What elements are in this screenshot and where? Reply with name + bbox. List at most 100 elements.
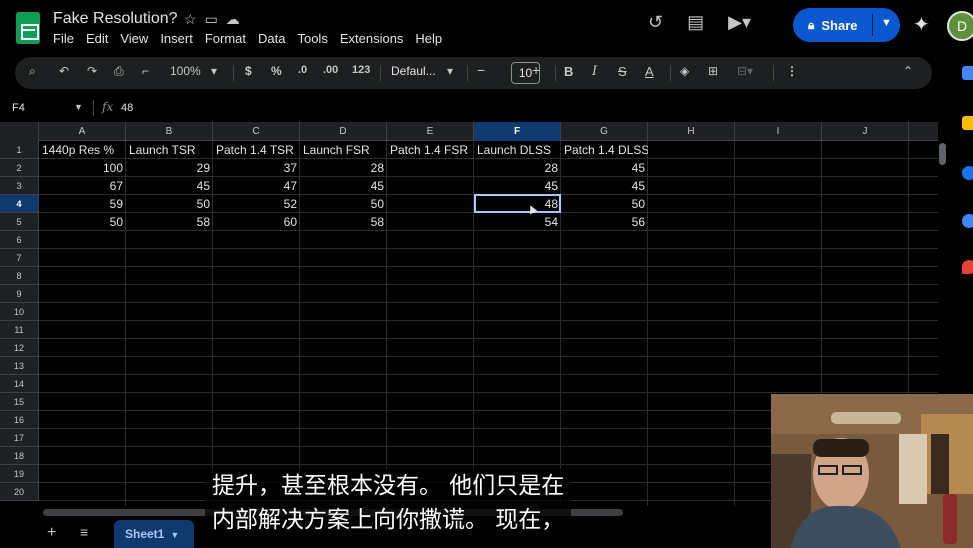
increase-decimal-button[interactable]: .00 [323, 64, 338, 76]
merge-icon[interactable]: ⊟▾ [737, 64, 753, 78]
data-cell[interactable]: 50 [126, 195, 213, 213]
share-options-chevron-icon[interactable]: ▼ [881, 17, 892, 29]
menu-format[interactable]: Format [205, 31, 246, 46]
font-select[interactable]: Defaul... [391, 64, 436, 78]
borders-icon[interactable]: ⊞ [708, 64, 718, 78]
fill-color-icon[interactable]: ◈ [680, 64, 689, 78]
row-header-6[interactable]: 6 [0, 231, 39, 249]
undo-icon[interactable]: ↶ [59, 64, 69, 78]
data-cell[interactable]: 50 [561, 195, 648, 213]
zoom-select[interactable]: 100% [170, 64, 201, 78]
row-header-10[interactable]: 10 [0, 303, 39, 321]
bold-button[interactable]: B [564, 64, 573, 79]
sheet-tab[interactable]: Sheet1 ▼ [114, 520, 194, 548]
row-header-16[interactable]: 16 [0, 411, 39, 429]
column-header-i[interactable]: I [735, 122, 822, 141]
comment-icon[interactable]: ▤ [687, 12, 704, 33]
column-header-a[interactable]: A [39, 122, 126, 141]
star-icon[interactable]: ☆ [184, 11, 197, 28]
print-icon[interactable]: ⎙ [114, 64, 124, 79]
column-header-c[interactable]: C [213, 122, 300, 141]
data-cell[interactable]: 45 [474, 177, 561, 195]
font-size-decrease-icon[interactable]: − [477, 62, 485, 78]
name-box-chevron-icon[interactable]: ▼ [74, 102, 83, 112]
meet-icon[interactable]: ▶▾ [728, 12, 751, 33]
header-cell[interactable]: Launch FSR [300, 141, 387, 159]
all-sheets-icon[interactable]: ≡ [80, 524, 88, 540]
vertical-scrollbar[interactable] [939, 143, 946, 165]
active-cell-selection[interactable] [474, 194, 561, 213]
data-cell[interactable]: 47 [213, 177, 300, 195]
percent-button[interactable]: % [271, 64, 282, 78]
select-all-corner[interactable] [0, 122, 39, 141]
font-chevron-icon[interactable]: ▾ [447, 64, 453, 78]
menu-insert[interactable]: Insert [160, 31, 193, 46]
menu-data[interactable]: Data [258, 31, 285, 46]
avatar[interactable]: D [947, 11, 973, 41]
row-header-13[interactable]: 13 [0, 357, 39, 375]
data-cell[interactable]: 67 [39, 177, 126, 195]
data-cell[interactable]: 60 [213, 213, 300, 231]
data-cell[interactable]: 50 [39, 213, 126, 231]
data-cell[interactable]: 56 [561, 213, 648, 231]
column-header-b[interactable]: B [126, 122, 213, 141]
menu-tools[interactable]: Tools [297, 31, 327, 46]
column-header-j[interactable]: J [822, 122, 909, 141]
tasks-icon[interactable] [962, 166, 973, 180]
data-cell[interactable]: 45 [126, 177, 213, 195]
zoom-chevron-icon[interactable]: ▾ [211, 64, 217, 78]
row-header-9[interactable]: 9 [0, 285, 39, 303]
row-header-20[interactable]: 20 [0, 483, 39, 501]
row-header-14[interactable]: 14 [0, 375, 39, 393]
menu-edit[interactable]: Edit [86, 31, 108, 46]
document-title[interactable]: Fake Resolution? [53, 10, 178, 28]
menu-file[interactable]: File [53, 31, 74, 46]
collapse-icon[interactable]: ⌃ [903, 64, 913, 78]
strikethrough-icon[interactable]: S [618, 64, 627, 79]
share-button[interactable]: 🔒︎ Share ▼ [793, 8, 900, 42]
gemini-spark-icon[interactable]: ✦ [913, 12, 930, 37]
column-header-d[interactable]: D [300, 122, 387, 141]
data-cell[interactable]: 37 [213, 159, 300, 177]
data-cell[interactable]: 29 [126, 159, 213, 177]
data-cell[interactable]: 45 [561, 177, 648, 195]
decrease-decimal-button[interactable]: .0 [298, 64, 307, 76]
row-header-5[interactable]: 5 [0, 213, 39, 231]
header-cell[interactable]: Launch TSR [126, 141, 213, 159]
add-sheet-icon[interactable]: + [47, 524, 56, 542]
header-cell[interactable]: Patch 1.4 TSR [213, 141, 300, 159]
row-header-19[interactable]: 19 [0, 465, 39, 483]
data-cell[interactable]: 54 [474, 213, 561, 231]
maps-icon[interactable] [962, 260, 973, 274]
data-cell[interactable]: 59 [39, 195, 126, 213]
header-cell[interactable]: Patch 1.4 DLSS [561, 141, 648, 159]
row-header-15[interactable]: 15 [0, 393, 39, 411]
row-header-3[interactable]: 3 [0, 177, 39, 195]
data-cell[interactable]: 28 [300, 159, 387, 177]
move-to-folder-icon[interactable]: ▭ [205, 11, 218, 28]
row-header-12[interactable]: 12 [0, 339, 39, 357]
column-header-f[interactable]: F [474, 122, 561, 141]
sheet-tab-chevron-icon[interactable]: ▼ [170, 530, 179, 540]
menu-view[interactable]: View [120, 31, 148, 46]
column-header-h[interactable]: H [648, 122, 735, 141]
data-cell[interactable]: 52 [213, 195, 300, 213]
row-header-7[interactable]: 7 [0, 249, 39, 267]
menu-help[interactable]: Help [415, 31, 442, 46]
keep-icon[interactable] [962, 116, 973, 130]
menu-extensions[interactable]: Extensions [340, 31, 404, 46]
row-header-8[interactable]: 8 [0, 267, 39, 285]
cloud-status-icon[interactable]: ☁ [226, 11, 240, 28]
column-header-g[interactable]: G [561, 122, 648, 141]
data-cell[interactable]: 28 [474, 159, 561, 177]
data-cell[interactable]: 45 [561, 159, 648, 177]
column-header-e[interactable]: E [387, 122, 474, 141]
search-icon[interactable]: ⌕ [29, 64, 36, 79]
contacts-icon[interactable] [962, 214, 973, 228]
data-cell[interactable]: 50 [300, 195, 387, 213]
calendar-icon[interactable] [962, 66, 973, 80]
row-header-4[interactable]: 4 [0, 195, 39, 213]
row-header-11[interactable]: 11 [0, 321, 39, 339]
history-icon[interactable]: ↺ [648, 12, 663, 33]
row-header-2[interactable]: 2 [0, 159, 39, 177]
